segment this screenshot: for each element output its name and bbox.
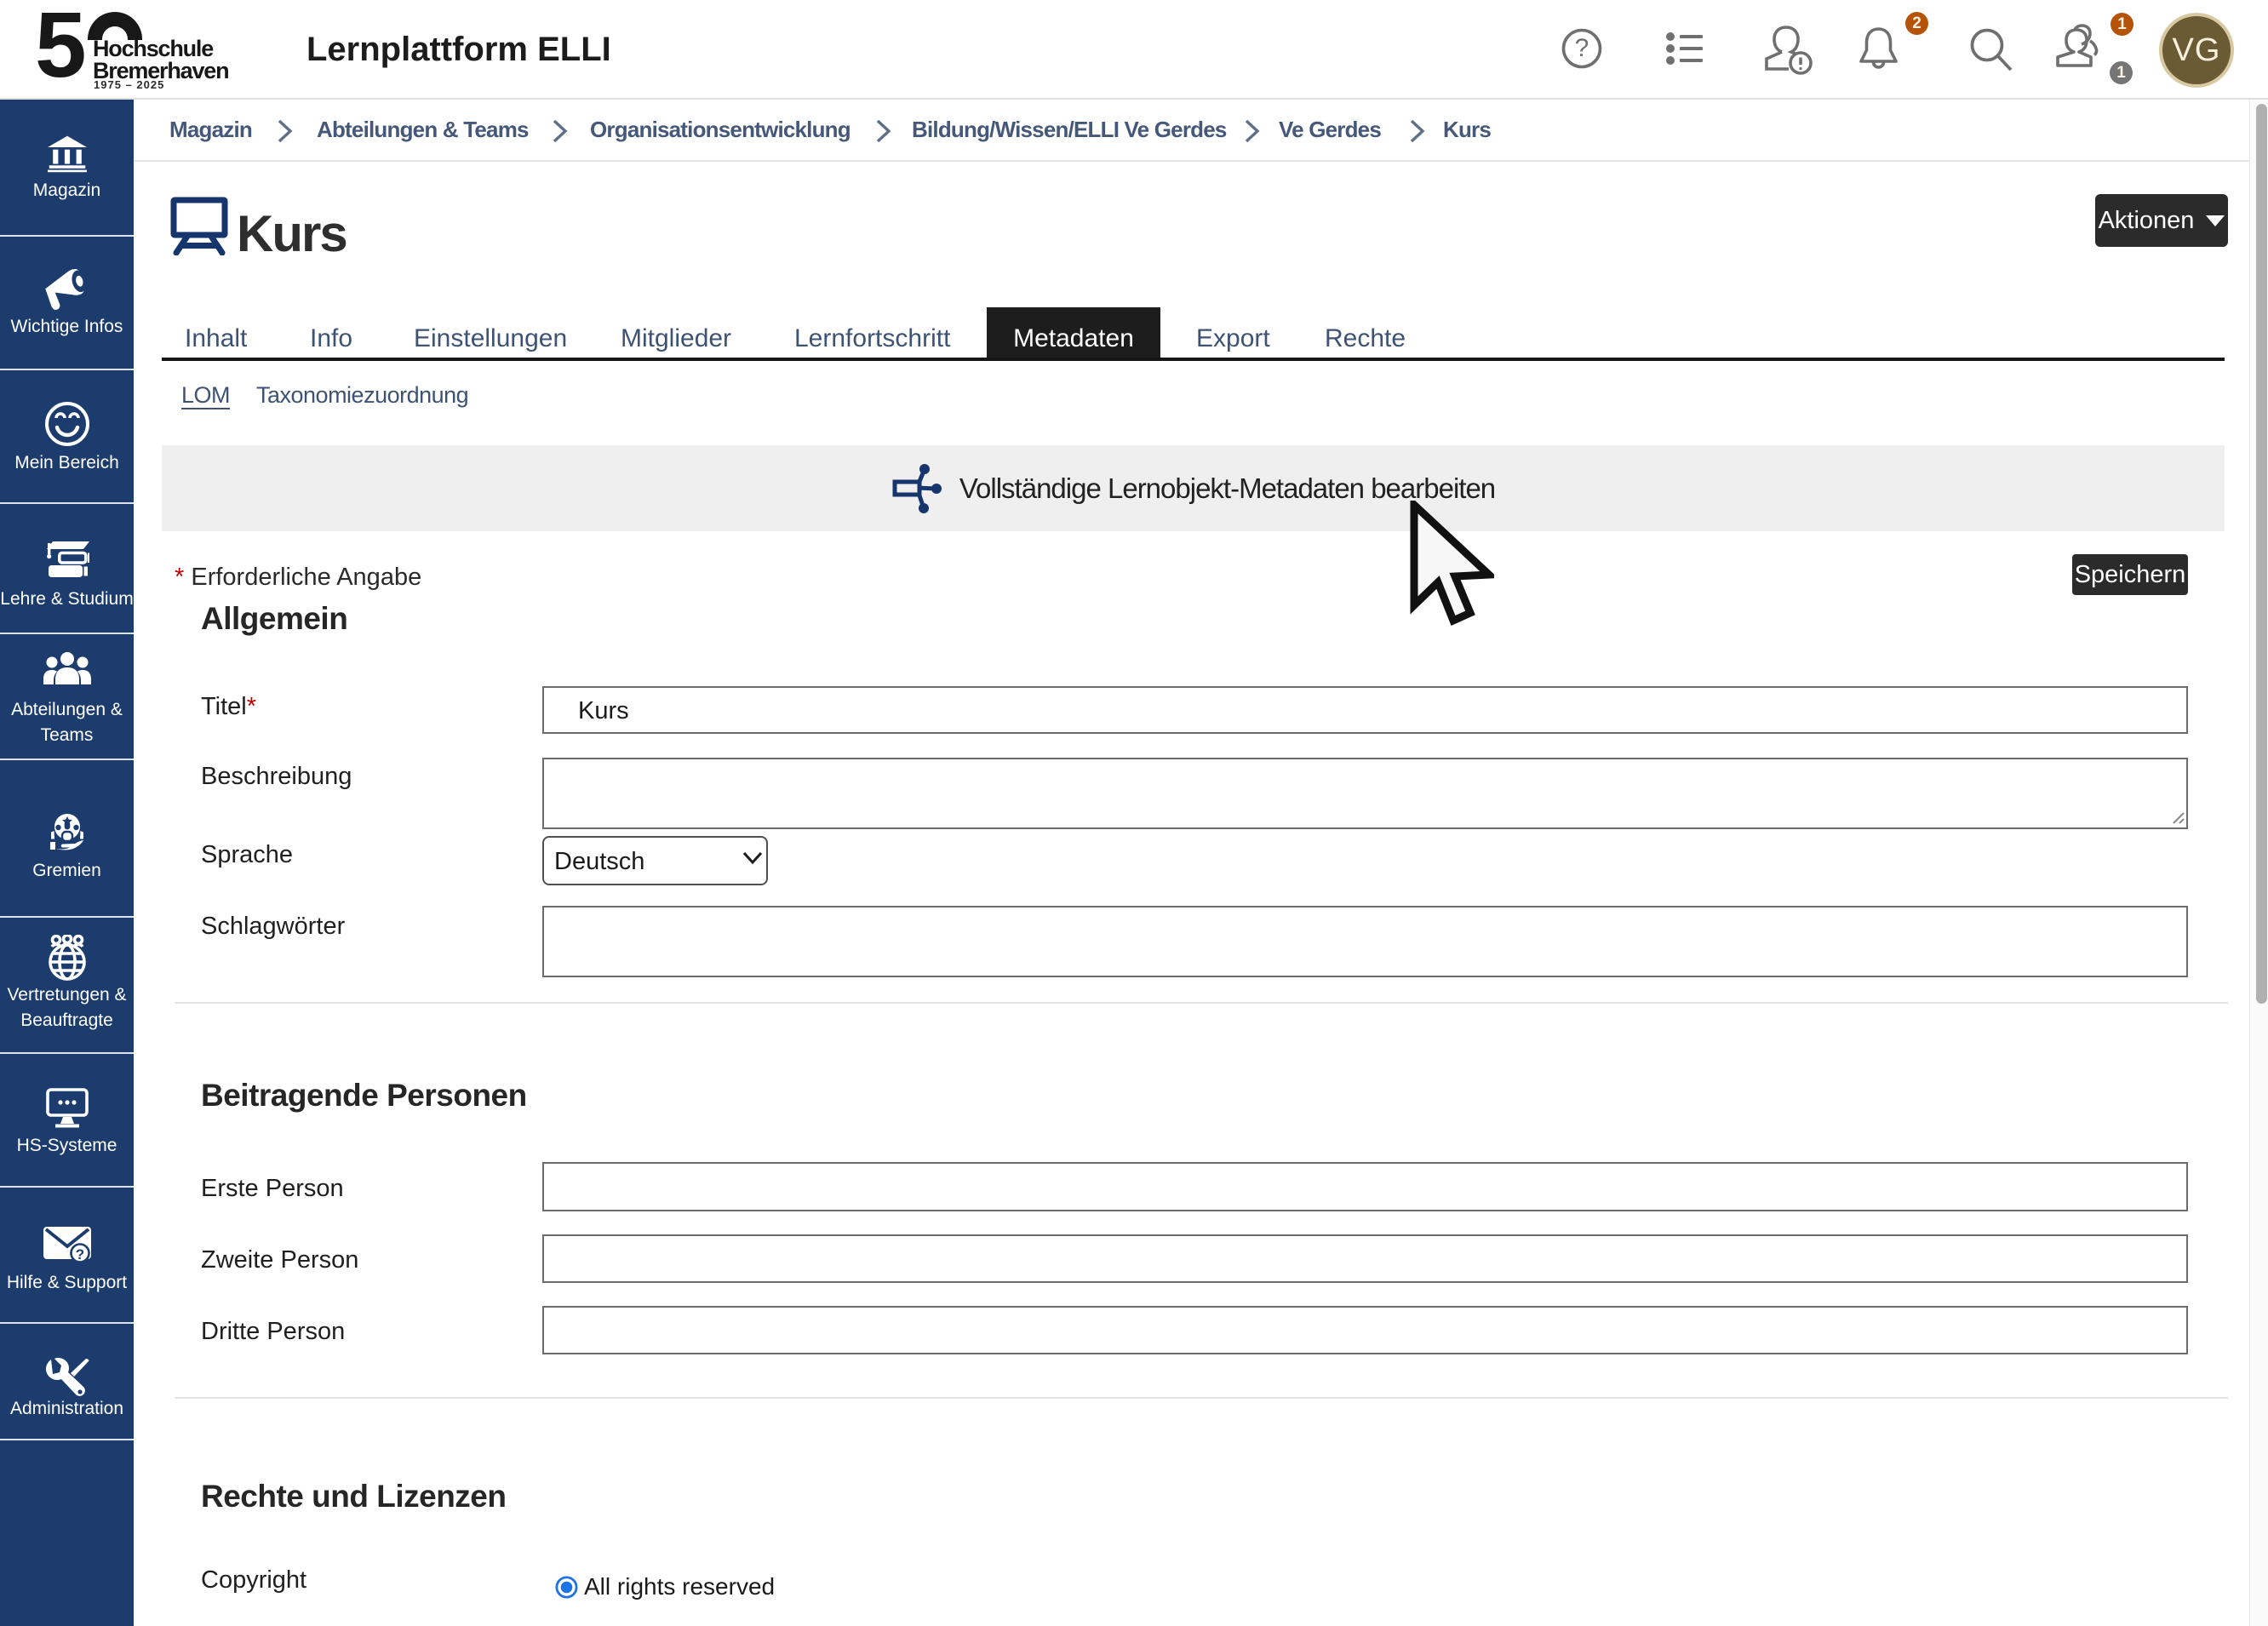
svg-text:?: ?: [1575, 34, 1589, 62]
svg-text:?: ?: [75, 1246, 83, 1262]
